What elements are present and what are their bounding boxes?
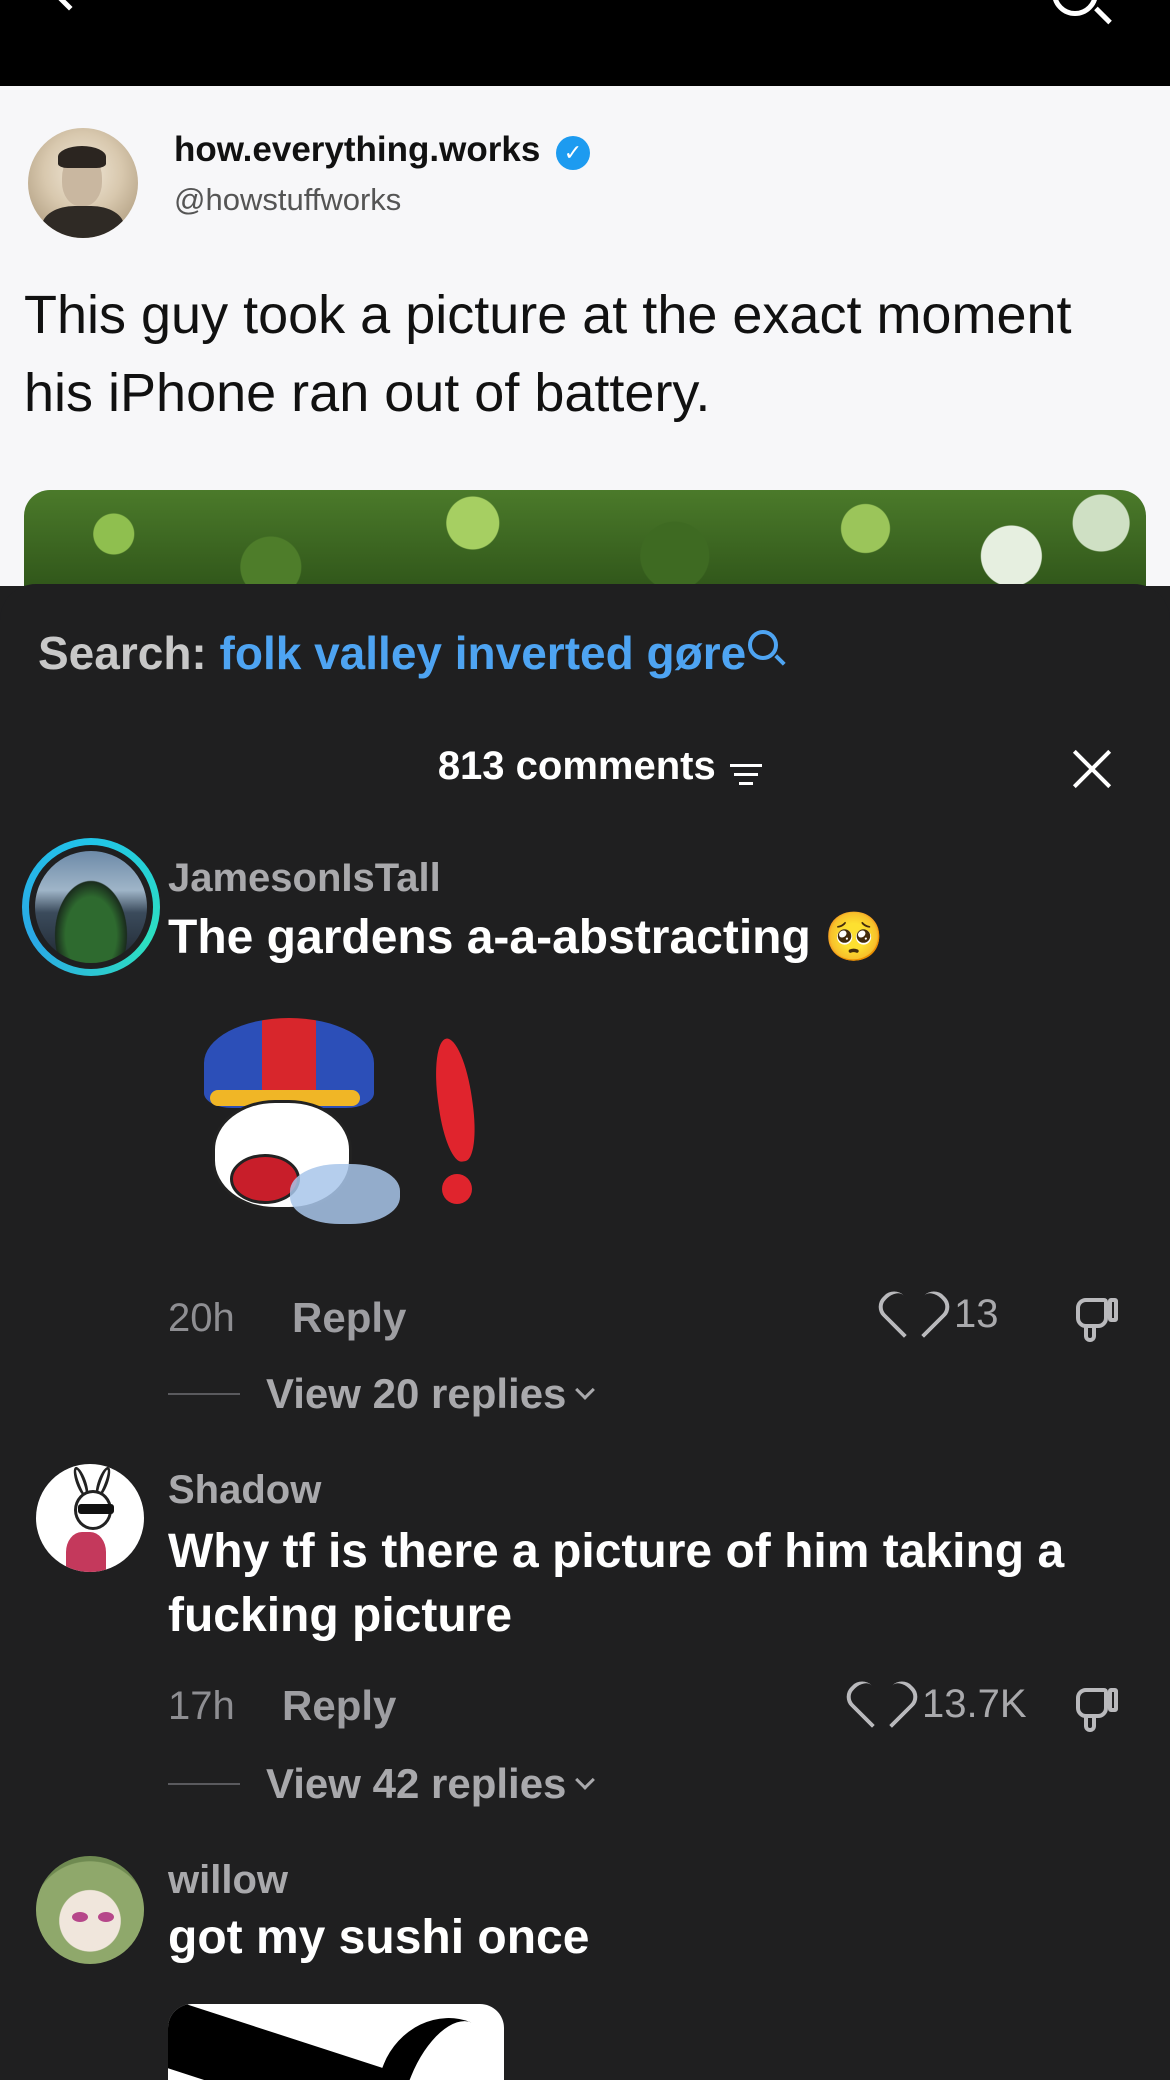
comment-timestamp: 20h bbox=[168, 1296, 235, 1340]
sticker-image bbox=[200, 1004, 520, 1244]
dislike-icon[interactable] bbox=[1072, 1684, 1122, 1734]
comment-count: 813 comments bbox=[437, 744, 716, 788]
like-count: 13.7K bbox=[922, 1682, 1027, 1726]
search-suggestion[interactable]: Search: folk valley inverted gøre bbox=[38, 626, 779, 680]
comment-text: The gardens a-a-abstracting 🥺 bbox=[168, 911, 884, 964]
view-replies-label: View 42 replies bbox=[266, 1760, 567, 1807]
heart-icon bbox=[894, 1294, 940, 1336]
post-author-handle: @howstuffworks bbox=[174, 182, 402, 217]
view-replies-button[interactable]: View 42 replies bbox=[168, 1760, 596, 1808]
post-author-avatar bbox=[28, 128, 138, 238]
avatar[interactable] bbox=[36, 1856, 144, 1964]
filter-icon[interactable] bbox=[730, 762, 763, 788]
search-icon bbox=[748, 630, 779, 660]
comment-image[interactable] bbox=[168, 2004, 504, 2080]
comment-text: got my sushi once bbox=[168, 1911, 590, 1964]
divider bbox=[168, 1783, 240, 1785]
like-count: 13 bbox=[954, 1292, 999, 1336]
reply-button[interactable]: Reply bbox=[282, 1682, 396, 1730]
chevron-down-icon bbox=[575, 1770, 596, 1790]
comment-username[interactable]: JamesonIsTall bbox=[168, 856, 441, 901]
search-icon[interactable] bbox=[1052, 0, 1098, 16]
dislike-icon[interactable] bbox=[1072, 1294, 1122, 1344]
comments-sheet: Search: folk valley inverted gøre 813 co… bbox=[0, 584, 1170, 2080]
avatar[interactable] bbox=[36, 1464, 144, 1572]
search-suggestion-label: Search: bbox=[38, 627, 207, 679]
view-replies-label: View 20 replies bbox=[266, 1370, 567, 1417]
close-icon[interactable] bbox=[1070, 746, 1114, 790]
comment-text: Why tf is there a picture of him taking … bbox=[168, 1525, 1065, 1642]
post-text: This guy took a picture at the exact mom… bbox=[24, 285, 1072, 423]
like-button[interactable]: 13 bbox=[894, 1292, 999, 1337]
like-button[interactable]: 13.7K bbox=[862, 1682, 1027, 1727]
avatar[interactable] bbox=[22, 838, 160, 976]
heart-icon bbox=[862, 1684, 908, 1726]
comment-username[interactable]: Shadow bbox=[168, 1468, 321, 1513]
comments-header: 813 comments bbox=[0, 744, 1170, 789]
embedded-post: how.everything.works ✓ @howstuffworks Th… bbox=[0, 86, 1170, 600]
chevron-down-icon bbox=[575, 1380, 596, 1400]
back-chevron-icon[interactable] bbox=[53, 0, 85, 11]
top-navigation-bar bbox=[0, 0, 1170, 86]
divider bbox=[168, 1393, 240, 1395]
verified-badge-icon: ✓ bbox=[556, 136, 590, 170]
reply-button[interactable]: Reply bbox=[292, 1294, 406, 1342]
comment-username[interactable]: willow bbox=[168, 1858, 288, 1903]
view-replies-button[interactable]: View 20 replies bbox=[168, 1370, 596, 1418]
search-suggestion-query[interactable]: folk valley inverted gøre bbox=[220, 627, 747, 679]
post-author-name: how.everything.works bbox=[174, 130, 541, 169]
comment-timestamp: 17h bbox=[168, 1684, 235, 1728]
